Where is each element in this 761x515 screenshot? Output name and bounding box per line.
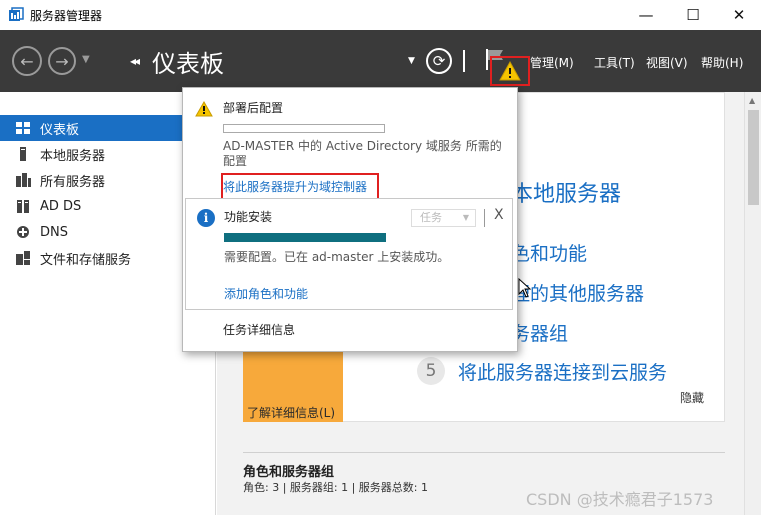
- history-dropdown-icon[interactable]: ▼: [82, 54, 90, 65]
- mouse-cursor-icon: [518, 278, 532, 298]
- sidebar-item-label: 文件和存储服务: [40, 252, 132, 268]
- feature-install-progress-bar: [224, 233, 386, 242]
- create-server-group-link[interactable]: 务器组: [511, 319, 568, 346]
- back-button[interactable]: ←: [12, 46, 42, 76]
- refresh-icon: ⟳: [432, 52, 446, 70]
- warning-icon: [195, 101, 213, 117]
- notification-separator: [484, 209, 485, 227]
- watermark: CSDN @技术瘾君子1573: [526, 490, 714, 509]
- task-dropdown-label: 任务: [420, 211, 442, 224]
- hide-link[interactable]: 隐藏: [680, 389, 704, 406]
- learn-more-link[interactable]: 了解详细信息(L): [247, 404, 335, 421]
- menu-manage[interactable]: 管理(M): [530, 54, 574, 71]
- feature-install-description: 需要配置。已在 ad-master 上安装成功。: [224, 250, 450, 264]
- feature-install-notification: i 功能安装 任务 ▼ X 需要配置。已在 ad-master 上安装成功。 添…: [185, 198, 513, 310]
- post-deploy-progress-bar: [223, 124, 385, 133]
- close-window-button[interactable]: ✕: [716, 0, 761, 30]
- feature-install-title: 功能安装: [224, 210, 273, 224]
- breadcrumb-dropdown-icon[interactable]: ▼: [408, 56, 415, 66]
- task-dropdown[interactable]: 任务 ▼: [411, 209, 476, 227]
- header-bar: ← → ▼ ◂◂ 仪表板 ▼ ⟳ 管理(M) 工具(T) 视图(V) 帮助(H): [0, 30, 761, 92]
- add-roles-link[interactable]: 色和功能: [511, 239, 587, 266]
- close-notification-button[interactable]: X: [494, 207, 504, 223]
- step-number: 5: [417, 357, 445, 385]
- sidebar-item-label: AD DS: [40, 198, 82, 214]
- arrow-left-icon: ←: [20, 51, 34, 71]
- scroll-up-icon[interactable]: ▲: [749, 96, 755, 105]
- post-deploy-title: 部署后配置: [223, 101, 284, 115]
- sidebar-item-label: 所有服务器: [40, 174, 106, 190]
- arrow-right-icon: →: [55, 51, 69, 71]
- all-servers-icon: [16, 173, 31, 187]
- notifications-popup: 部署后配置 AD-MASTER 中的 Active Directory 域服务 …: [182, 87, 518, 352]
- sidebar-item-label: 本地服务器: [40, 148, 106, 164]
- menu-help[interactable]: 帮助(H): [701, 54, 743, 71]
- configure-local-server-link[interactable]: 本地服务器: [511, 176, 621, 208]
- warning-icon: [499, 61, 521, 81]
- file-storage-icon: [16, 251, 30, 265]
- scroll-thumb[interactable]: [748, 110, 759, 205]
- breadcrumb-chevron-icon: ◂◂: [130, 54, 140, 68]
- title-bar: 服务器管理器 — ☐ ✕: [0, 0, 761, 30]
- info-icon: i: [197, 209, 215, 227]
- section-divider: [243, 452, 725, 453]
- task-details-link[interactable]: 任务详细信息: [223, 321, 295, 338]
- connect-cloud-link[interactable]: 将此服务器连接到云服务: [458, 358, 667, 385]
- sidebar-item-label: 仪表板: [40, 122, 80, 138]
- promote-domain-controller-link[interactable]: 将此服务器提升为域控制器: [223, 178, 367, 195]
- post-deploy-description: AD-MASTER 中的 Active Directory 域服务 所需的配置: [223, 139, 502, 168]
- local-server-icon: [20, 147, 26, 161]
- chevron-down-icon: ▼: [462, 213, 469, 222]
- dns-icon: [17, 226, 29, 238]
- warning-highlight-box[interactable]: [490, 56, 530, 86]
- add-roles-features-link[interactable]: 添加角色和功能: [224, 285, 308, 302]
- dashboard-icon: [16, 122, 30, 134]
- maximize-button[interactable]: ☐: [670, 0, 716, 30]
- refresh-button[interactable]: ⟳: [426, 48, 452, 74]
- header-separator: [463, 50, 465, 72]
- menu-view[interactable]: 视图(V): [646, 54, 688, 71]
- forward-button[interactable]: →: [48, 47, 76, 75]
- roles-section-title: 角色和服务器组: [243, 465, 335, 480]
- vertical-scrollbar[interactable]: ▲: [744, 92, 761, 515]
- sidebar-item-label: DNS: [40, 224, 68, 240]
- window-title: 服务器管理器: [30, 9, 103, 23]
- minimize-button[interactable]: —: [623, 0, 669, 30]
- adds-icon: [17, 200, 29, 213]
- server-manager-app-icon: [9, 7, 24, 21]
- page-title: 仪表板: [152, 50, 224, 78]
- roles-section-summary: 角色: 3 | 服务器组: 1 | 服务器总数: 1: [243, 481, 429, 494]
- menu-tools[interactable]: 工具(T): [594, 54, 635, 71]
